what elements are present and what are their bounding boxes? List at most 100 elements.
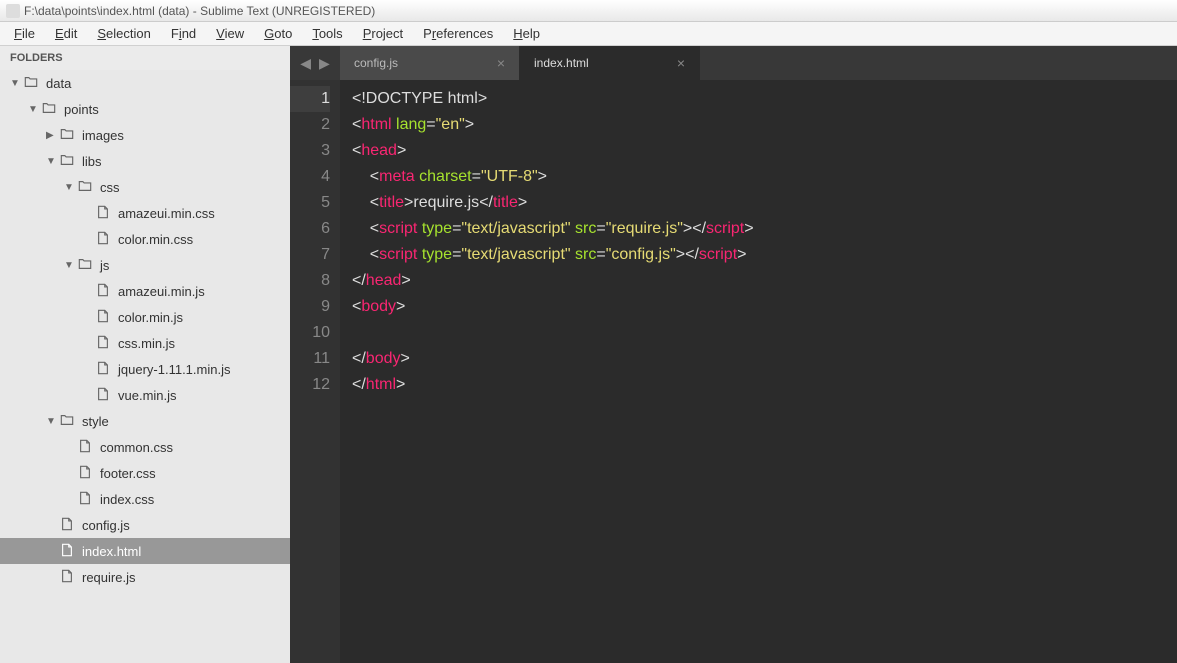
file-item[interactable]: config.js (0, 512, 290, 538)
code-line[interactable]: <!DOCTYPE html> (352, 86, 1177, 112)
tree-item-label: images (82, 128, 124, 143)
menu-preferences[interactable]: Preferences (413, 23, 503, 44)
menu-goto[interactable]: Goto (254, 23, 302, 44)
file-icon (96, 387, 112, 404)
file-icon (96, 361, 112, 378)
menu-edit[interactable]: Edit (45, 23, 87, 44)
tree-item-label: css (100, 180, 120, 195)
menu-file[interactable]: File (4, 23, 45, 44)
tree-item-label: js (100, 258, 109, 273)
folder-item[interactable]: ▶ images (0, 122, 290, 148)
code-line[interactable]: <html lang="en"> (352, 112, 1177, 138)
code-line[interactable]: </body> (352, 346, 1177, 372)
file-icon (96, 231, 112, 248)
tree-item-label: amazeui.min.css (118, 206, 215, 221)
file-item[interactable]: footer.css (0, 460, 290, 486)
sidebar-header: FOLDERS (0, 46, 290, 70)
tree-arrow-icon: ▼ (46, 156, 58, 167)
line-number: 11 (290, 346, 330, 372)
file-item[interactable]: amazeui.min.js (0, 278, 290, 304)
file-item[interactable]: require.js (0, 564, 290, 590)
file-item[interactable]: color.min.js (0, 304, 290, 330)
tree-item-label: points (64, 102, 99, 117)
code-content[interactable]: <!DOCTYPE html><html lang="en"><head> <m… (340, 80, 1177, 663)
editor-pane: ◀ ▶ config.js×index.html× 12345678910111… (290, 46, 1177, 663)
tree-item-label: color.min.css (118, 232, 193, 247)
file-icon (78, 439, 94, 456)
tree-item-label: vue.min.js (118, 388, 177, 403)
tree-arrow-icon: ▼ (46, 416, 58, 427)
file-item[interactable]: vue.min.js (0, 382, 290, 408)
menu-find[interactable]: Find (161, 23, 206, 44)
app-icon (6, 4, 20, 18)
line-number: 12 (290, 372, 330, 398)
tab[interactable]: index.html× (520, 46, 700, 80)
folder-item[interactable]: ▼ js (0, 252, 290, 278)
code-line[interactable]: <head> (352, 138, 1177, 164)
folder-icon (42, 101, 58, 118)
folder-item[interactable]: ▼ points (0, 96, 290, 122)
line-number: 4 (290, 164, 330, 190)
menu-project[interactable]: Project (353, 23, 413, 44)
folder-icon (60, 153, 76, 170)
file-item[interactable]: amazeui.min.css (0, 200, 290, 226)
tab-nav: ◀ ▶ (290, 55, 340, 72)
file-icon (78, 465, 94, 482)
menu-help[interactable]: Help (503, 23, 550, 44)
folder-item[interactable]: ▼ css (0, 174, 290, 200)
code-line[interactable] (352, 320, 1177, 346)
folder-icon (78, 257, 94, 274)
file-icon (96, 283, 112, 300)
tree-item-label: css.min.js (118, 336, 175, 351)
tree-arrow-icon: ▼ (28, 104, 40, 115)
folder-item[interactable]: ▼data (0, 70, 290, 96)
file-item[interactable]: index.css (0, 486, 290, 512)
tree-arrow-icon: ▼ (64, 260, 76, 271)
menu-tools[interactable]: Tools (302, 23, 352, 44)
line-number: 3 (290, 138, 330, 164)
line-number: 10 (290, 320, 330, 346)
line-number: 5 (290, 190, 330, 216)
file-icon (78, 491, 94, 508)
tab-prev-icon[interactable]: ◀ (300, 55, 311, 72)
code-line[interactable]: </html> (352, 372, 1177, 398)
file-item[interactable]: css.min.js (0, 330, 290, 356)
tree-item-label: color.min.js (118, 310, 183, 325)
folder-item[interactable]: ▼libs (0, 148, 290, 174)
code-area[interactable]: 123456789101112 <!DOCTYPE html><html lan… (290, 80, 1177, 663)
code-line[interactable]: <title>require.js</title> (352, 190, 1177, 216)
tab-label: config.js (354, 56, 398, 70)
tree-item-label: index.html (82, 544, 141, 559)
menu-selection[interactable]: Selection (87, 23, 160, 44)
menu-view[interactable]: View (206, 23, 254, 44)
line-number: 6 (290, 216, 330, 242)
line-number: 7 (290, 242, 330, 268)
tree-arrow-icon: ▼ (64, 182, 76, 193)
line-number: 1 (290, 86, 330, 112)
tree-item-label: require.js (82, 570, 135, 585)
file-item[interactable]: jquery-1.11.1.min.js (0, 356, 290, 382)
sidebar: FOLDERS ▼data▼points▶images▼libs▼cssamaz… (0, 46, 290, 663)
file-item[interactable]: color.min.css (0, 226, 290, 252)
tab[interactable]: config.js × (340, 46, 520, 80)
file-icon (60, 543, 76, 560)
close-icon[interactable]: × (497, 55, 505, 71)
tree-arrow-icon: ▶ (46, 130, 58, 141)
file-icon (96, 309, 112, 326)
line-gutter: 123456789101112 (290, 80, 340, 663)
tab-bar: ◀ ▶ config.js×index.html× (290, 46, 1177, 80)
tree-arrow-icon: ▼ (10, 78, 22, 89)
code-line[interactable]: <body> (352, 294, 1177, 320)
file-item[interactable]: index.html (0, 538, 290, 564)
folder-item[interactable]: ▼ style (0, 408, 290, 434)
code-line[interactable]: <script type="text/javascript" src="requ… (352, 216, 1177, 242)
code-line[interactable]: </head> (352, 268, 1177, 294)
file-icon (60, 569, 76, 586)
tab-next-icon[interactable]: ▶ (319, 55, 330, 72)
code-line[interactable]: <meta charset="UTF-8"> (352, 164, 1177, 190)
file-icon (96, 335, 112, 352)
tree-item-label: style (82, 414, 109, 429)
code-line[interactable]: <script type="text/javascript" src="conf… (352, 242, 1177, 268)
close-icon[interactable]: × (677, 55, 685, 71)
file-item[interactable]: common.css (0, 434, 290, 460)
